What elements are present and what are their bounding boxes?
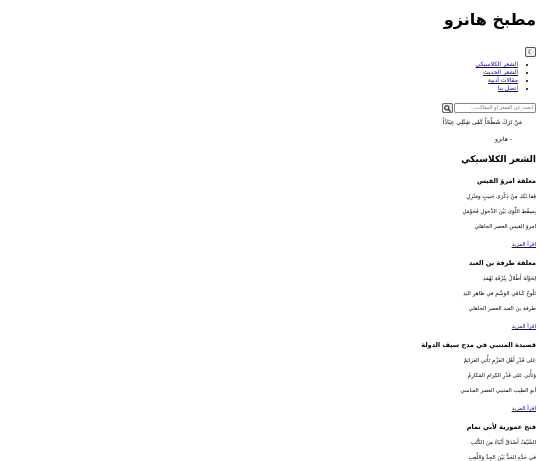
quote-author: - هانزو bbox=[495, 136, 512, 143]
poem-card: معلقة طرفة بن العبد لِخَوْلَةَ أَطْلالٌ … bbox=[4, 259, 536, 332]
poem-verse: بِسِقْطِ اللِّوَى بَيْنَ الدَّخولِ فَحَو… bbox=[462, 209, 536, 215]
nav-link-classical[interactable]: الشعر الكلاسيكي bbox=[475, 61, 518, 68]
poem-title: معلقة امرؤ القيس bbox=[476, 177, 536, 185]
nav-item-contact: اتصل بنا bbox=[4, 85, 518, 93]
nav-link-articles[interactable]: مقالات أدبية bbox=[488, 77, 518, 84]
poem-meta: طرفة بن العبد العصر الجاهلي bbox=[468, 306, 536, 312]
poem-verse: في حَدِّهِ الحَدُّ بَيْنَ الجِدِّ وَاللَ… bbox=[468, 455, 536, 461]
read-more-link[interactable]: اقرأ المزيد bbox=[512, 406, 536, 413]
main-nav: الشعر الكلاسيكي الشعر الحديث مقالات أدبي… bbox=[4, 61, 536, 93]
nav-link-contact[interactable]: اتصل بنا bbox=[498, 85, 518, 92]
poem-verse: السَّيْفُ أَصْدَقُ أَنْبَاءً مِنَ الكُتُ… bbox=[470, 440, 536, 446]
poem-meta: أبو الطيب المتنبي العصر العباسي bbox=[460, 388, 536, 394]
featured-quote: مَنْ تَرَكَ شَطْحَاً كَفَى شِتْلِي عِيَا… bbox=[4, 119, 522, 144]
poem-verse: قِفا نَبْكِ مِنْ ذِكْرَى حَبيبٍ ومَنْزِل… bbox=[466, 194, 536, 200]
page: مطبخ هانزو ☾ الشعر الكلاسيكي الشعر الحدي… bbox=[0, 0, 540, 461]
read-more-link[interactable]: اقرأ المزيد bbox=[512, 242, 536, 249]
poem-meta: امرؤ القيس العصر الجاهلي bbox=[474, 224, 536, 230]
moon-icon: ☾ bbox=[527, 48, 534, 56]
site-title: مطبخ هانزو bbox=[443, 10, 536, 29]
nav-item-modern: الشعر الحديث bbox=[4, 69, 518, 77]
poem-verse: وَتَأْتي عَلى قَدْرِ الكِرامِ المَكارِمُ bbox=[467, 373, 536, 379]
nav-item-classical: الشعر الكلاسيكي bbox=[4, 61, 518, 69]
theme-toggle-button[interactable]: ☾ bbox=[525, 47, 536, 57]
read-more-link[interactable]: اقرأ المزيد bbox=[512, 324, 536, 331]
poem-verse: لِخَوْلَةَ أَطْلالٌ بِبُرْقَةِ ثَهْمَدِ bbox=[482, 276, 536, 282]
search-button[interactable] bbox=[442, 103, 453, 113]
search-bar bbox=[4, 103, 536, 113]
poem-card: فتح عمورية لأبي تمام السَّيْفُ أَصْدَقُ … bbox=[4, 423, 536, 461]
poem-card: معلقة امرؤ القيس قِفا نَبْكِ مِنْ ذِكْرَ… bbox=[4, 177, 536, 250]
section-title: الشعر الكلاسيكي bbox=[461, 155, 536, 165]
poem-card: قصيدة المتنبي في مدح سيف الدولة عَلى قَد… bbox=[4, 341, 536, 414]
nav-item-articles: مقالات أدبية bbox=[4, 77, 518, 85]
search-input[interactable] bbox=[454, 103, 536, 113]
search-icon bbox=[444, 104, 451, 112]
quote-text: مَنْ تَرَكَ شَطْحَاً كَفَى شِتْلِي عِيَا… bbox=[442, 119, 522, 126]
poem-verse: عَلى قَدْرِ أَهْلِ العَزْمِ تَأْتي العَز… bbox=[463, 358, 536, 364]
poem-verse: تَلُوحُ كَباقِي الوَشْمِ في ظاهِرِ اليَد… bbox=[463, 291, 536, 297]
poem-title: معلقة طرفة بن العبد bbox=[468, 259, 536, 267]
poem-title: قصيدة المتنبي في مدح سيف الدولة bbox=[421, 341, 536, 349]
poem-title: فتح عمورية لأبي تمام bbox=[466, 423, 536, 431]
nav-link-modern[interactable]: الشعر الحديث bbox=[483, 69, 518, 76]
